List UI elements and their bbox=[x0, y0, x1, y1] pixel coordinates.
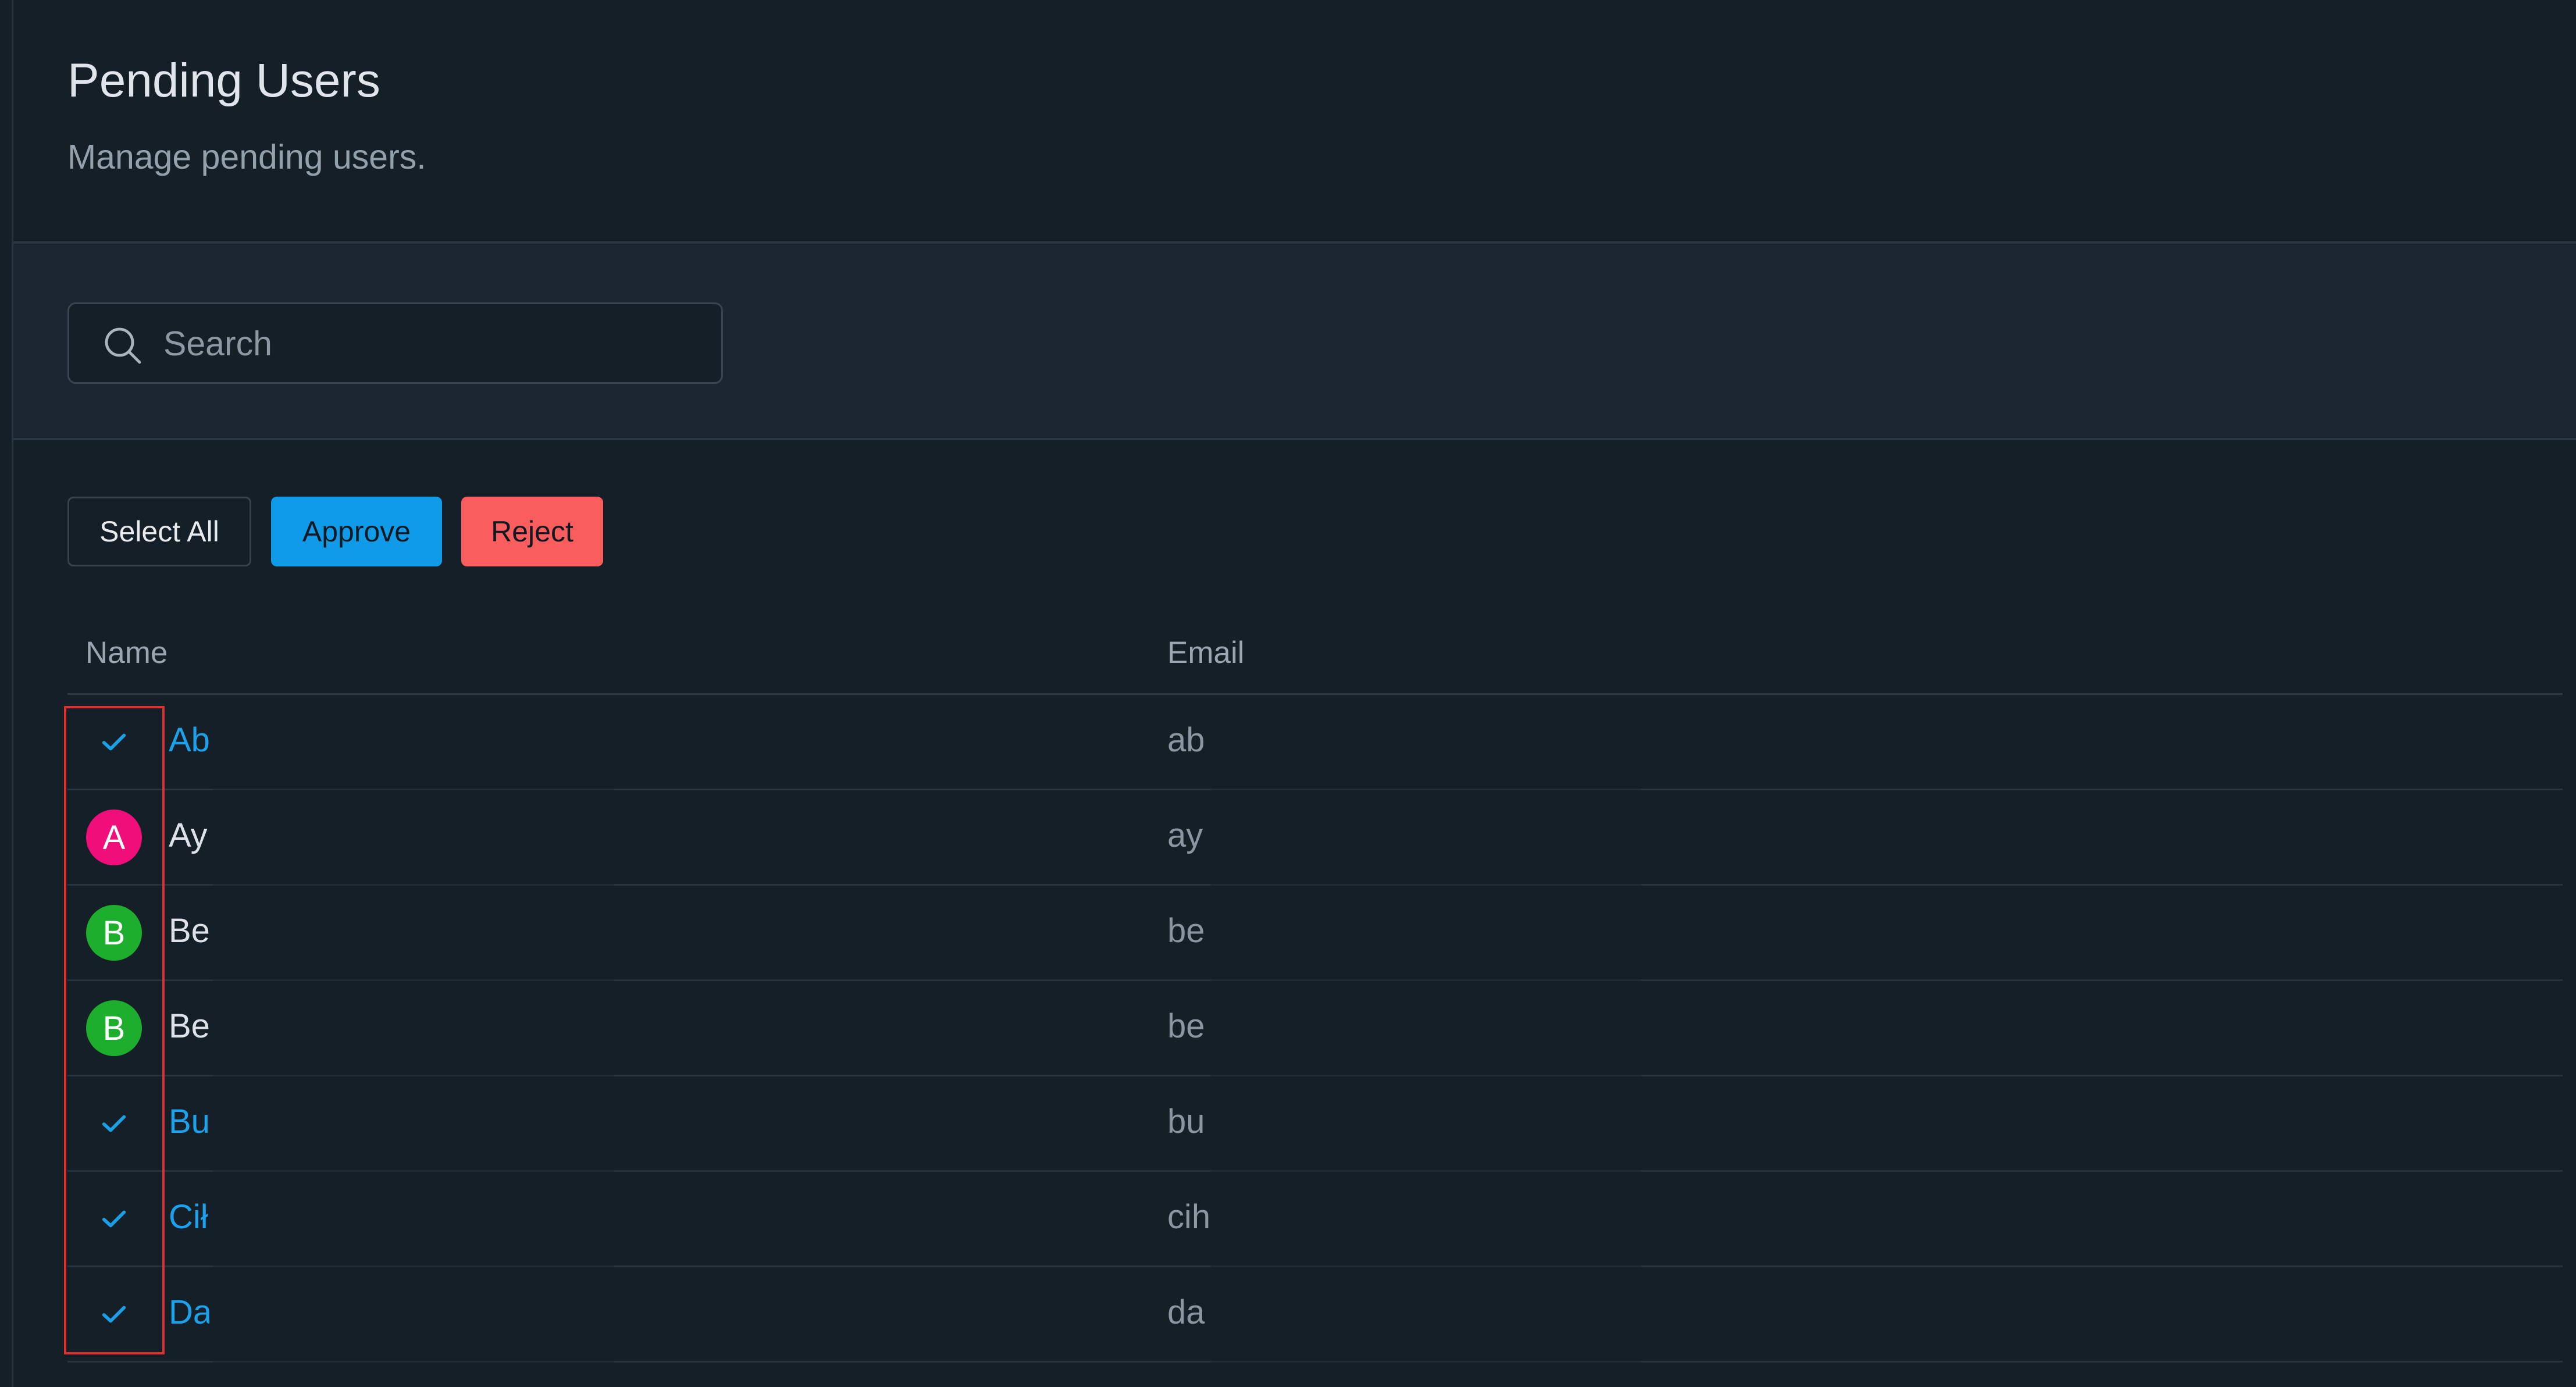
user-email: be bbox=[1167, 912, 1205, 950]
table-row[interactable]: B Be be bbox=[67, 981, 2563, 1076]
page-title: Pending Users bbox=[67, 54, 380, 107]
user-email: da bbox=[1167, 1293, 1205, 1331]
row-divider bbox=[1210, 1361, 1641, 1363]
avatar[interactable]: B bbox=[86, 1000, 142, 1056]
avatar[interactable]: A bbox=[86, 810, 142, 865]
user-email: ab bbox=[1167, 721, 1205, 759]
user-name: Be bbox=[169, 1007, 209, 1045]
approve-button[interactable]: Approve bbox=[271, 497, 442, 566]
table-row[interactable]: Da da bbox=[67, 1267, 2563, 1363]
search-icon bbox=[105, 327, 141, 364]
search-placeholder: Search bbox=[163, 325, 272, 363]
search-toolbar: Search bbox=[13, 244, 2576, 440]
select-all-button[interactable]: Select All bbox=[67, 497, 251, 566]
checkmark-icon[interactable] bbox=[86, 1096, 142, 1151]
user-name: Ab bbox=[169, 721, 209, 759]
table-row[interactable]: Cił cih bbox=[67, 1172, 2563, 1267]
table-row[interactable]: Bu bu bbox=[67, 1076, 2563, 1172]
page-subtitle: Manage pending users. bbox=[67, 138, 426, 176]
user-name: Da bbox=[169, 1293, 209, 1331]
user-name: Cił bbox=[169, 1198, 208, 1236]
checkmark-icon[interactable] bbox=[86, 1191, 142, 1247]
user-name: Ay bbox=[169, 816, 208, 854]
checkmark-icon[interactable] bbox=[86, 1286, 142, 1342]
left-rail bbox=[0, 0, 13, 1387]
user-email: be bbox=[1167, 1007, 1205, 1045]
user-email: ay bbox=[1167, 816, 1203, 854]
column-header-email[interactable]: Email bbox=[1167, 635, 1245, 671]
table-header: Name Email bbox=[67, 628, 2563, 695]
page-header: Pending Users Manage pending users. bbox=[13, 0, 2576, 244]
user-email: bu bbox=[1167, 1103, 1205, 1140]
column-header-name[interactable]: Name bbox=[85, 635, 168, 671]
table-row[interactable]: A Ay ay bbox=[67, 790, 2563, 886]
user-name: Bu bbox=[169, 1103, 209, 1140]
table-row[interactable]: B Be be bbox=[67, 886, 2563, 981]
row-divider bbox=[213, 1361, 614, 1363]
avatar[interactable]: B bbox=[86, 905, 142, 961]
user-email: cih bbox=[1167, 1198, 1210, 1236]
table-row[interactable]: Ab ab bbox=[67, 695, 2563, 790]
search-input[interactable]: Search bbox=[67, 302, 723, 384]
user-name: Be bbox=[169, 912, 209, 950]
reject-button[interactable]: Reject bbox=[461, 497, 603, 566]
checkmark-icon[interactable] bbox=[86, 714, 142, 770]
